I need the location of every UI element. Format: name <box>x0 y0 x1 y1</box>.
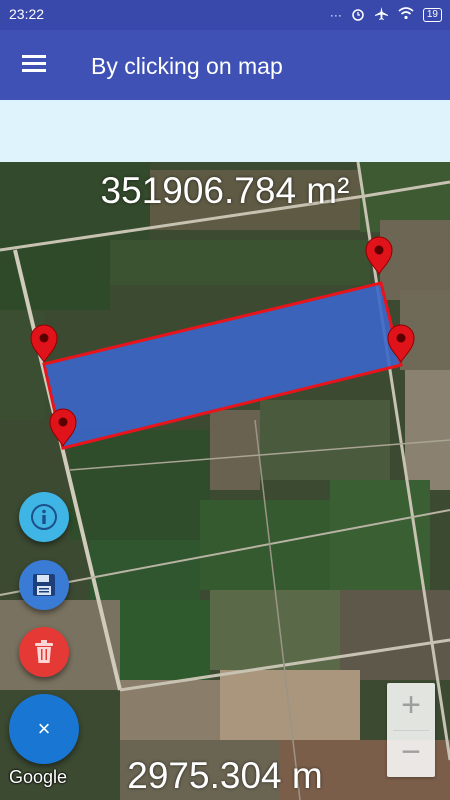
close-icon: × <box>37 716 51 741</box>
polygon-marker-2[interactable] <box>30 324 58 363</box>
delete-button[interactable] <box>19 627 69 677</box>
save-icon <box>33 574 55 596</box>
polygon-marker-1[interactable] <box>365 236 393 275</box>
app-bar: By clicking on map <box>0 30 450 100</box>
status-bar: 23:22 ··· 19 <box>0 0 450 30</box>
alarm-icon <box>351 7 365 24</box>
google-attribution: Google <box>9 767 68 787</box>
zoom-control: + − <box>387 683 435 777</box>
wifi-icon <box>398 7 414 23</box>
trash-icon <box>35 640 53 663</box>
info-icon <box>31 504 57 530</box>
status-time: 23:22 <box>9 6 45 22</box>
battery-icon: 19 <box>422 8 442 22</box>
zoom-out-button[interactable]: − <box>387 730 435 777</box>
zoom-in-button[interactable]: + <box>387 683 435 730</box>
save-button[interactable] <box>19 560 69 610</box>
airplane-icon <box>374 6 389 24</box>
hamburger-menu-icon[interactable] <box>22 55 48 75</box>
status-icons: ··· 19 <box>330 6 442 24</box>
info-button[interactable] <box>19 492 69 542</box>
dots-icon: ··· <box>329 8 342 22</box>
page-title: By clicking on map <box>91 53 283 79</box>
info-strip <box>0 100 450 162</box>
area-value: 351906.784 m² <box>100 170 350 211</box>
perimeter-value: 2975.304 m <box>127 755 323 796</box>
close-button[interactable]: × <box>9 694 79 764</box>
measured-area-polygon <box>42 281 403 450</box>
